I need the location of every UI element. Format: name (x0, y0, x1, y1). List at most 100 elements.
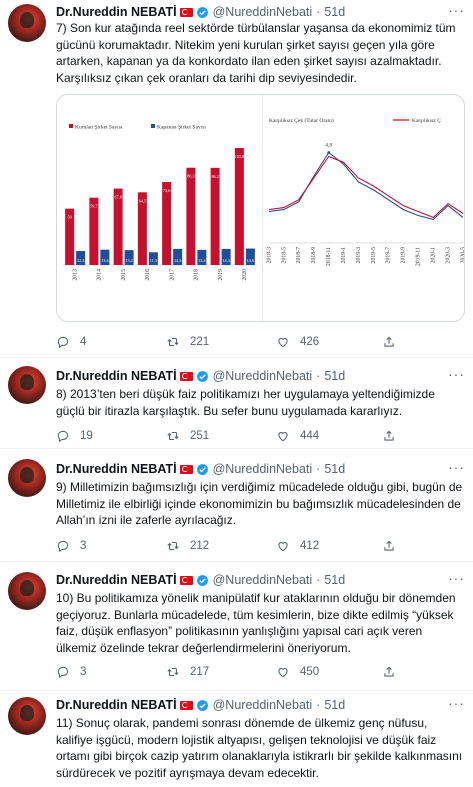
tweet-header: Dr.Nureddin NEBATİ @NureddinNebati · 51d (56, 461, 346, 477)
x-tick-label: 2018 (194, 269, 200, 281)
author-handle[interactable]: @NureddinNebati (213, 461, 313, 477)
tweet-timestamp[interactable]: 51d (324, 697, 345, 713)
reply-button[interactable]: 4 (56, 334, 86, 350)
series-line (268, 151, 464, 221)
author-name[interactable]: Dr.Nureddin NEBATİ (56, 368, 177, 384)
tweet-text: 8) 2013’ten beri düşük faiz politikamızı… (56, 387, 435, 418)
more-options-icon[interactable]: ··· (448, 695, 465, 711)
tweet-10[interactable]: Dr.Nureddin NEBATİ @NureddinNebati · 51d… (0, 562, 473, 690)
author-handle[interactable]: @NureddinNebati (213, 368, 313, 384)
author-name[interactable]: Dr.Nureddin NEBATİ (56, 4, 177, 20)
author-handle[interactable]: @NureddinNebati (213, 697, 313, 713)
author-avatar[interactable] (8, 4, 46, 42)
more-options-icon[interactable]: ··· (448, 570, 465, 586)
like-button[interactable]: 450 (276, 664, 319, 680)
tweet-8[interactable]: Dr.Nureddin NEBATİ @NureddinNebati · 51d… (0, 358, 473, 448)
reply-count: 3 (80, 540, 87, 552)
retweet-icon (167, 337, 179, 347)
reply-button[interactable]: 3 (56, 538, 86, 554)
tweet-timestamp[interactable]: 51d (324, 572, 345, 588)
reply-icon (57, 666, 69, 679)
tweet-header: Dr.Nureddin NEBATİ @NureddinNebati · 51d (56, 697, 346, 713)
turkey-flag-icon (179, 575, 193, 585)
x-tick-label: 2019-9 (401, 247, 407, 264)
share-button[interactable] (382, 664, 396, 680)
legend-swatch (69, 124, 73, 128)
x-tick-label: 2019 (218, 269, 224, 281)
author-name[interactable]: Dr.Nureddin NEBATİ (56, 461, 177, 477)
retweet-button[interactable]: 212 (166, 538, 209, 554)
tweet-header: Dr.Nureddin NEBATİ @NureddinNebati · 51d (56, 368, 346, 384)
share-icon (384, 540, 394, 551)
verified-badge-icon (196, 6, 208, 18)
like-button[interactable]: 444 (276, 428, 319, 444)
turkey-flag-icon (179, 464, 193, 474)
bar (162, 182, 172, 265)
x-tick-label: 2020-5 (460, 247, 465, 264)
retweet-icon (167, 541, 179, 551)
tweet-media[interactable]: Kurulan Şirket Sayısı Kapanan Şirket Sayı… (56, 94, 465, 322)
reply-icon (57, 430, 69, 443)
like-button[interactable]: 412 (276, 538, 319, 554)
x-tick-label: 2020 (242, 269, 248, 281)
heart-icon (278, 542, 288, 552)
tweet-11[interactable]: Dr.Nureddin NEBATİ @NureddinNebati · 51d… (0, 691, 473, 787)
reply-button[interactable]: 19 (56, 428, 93, 444)
more-options-icon[interactable]: ··· (448, 2, 465, 18)
more-options-icon[interactable]: ··· (448, 366, 465, 382)
bar (234, 147, 244, 265)
more-options-icon[interactable]: ··· (448, 459, 465, 475)
like-count: 426 (300, 336, 320, 348)
reply-icon (57, 540, 69, 553)
bar (113, 188, 123, 265)
turkey-flag-icon (179, 700, 193, 710)
reply-button[interactable]: 3 (56, 664, 86, 680)
x-tick-label: 2019-11 (416, 247, 422, 266)
tweet-timestamp[interactable]: 51d (324, 368, 345, 384)
tweet-7[interactable]: Dr.Nureddin NEBATİ @NureddinNebati · 51d… (0, 0, 473, 357)
bar-chart-svg: Kurulan Şirket Sayısı Kapanan Şirket Sayı… (63, 124, 257, 281)
author-handle[interactable]: @NureddinNebati (213, 4, 313, 20)
x-tick-label: 2020-1 (430, 247, 436, 264)
retweet-button[interactable]: 251 (166, 428, 209, 444)
share-button[interactable] (382, 428, 396, 444)
verified-badge-icon (196, 699, 208, 711)
retweet-icon (167, 431, 179, 441)
author-name[interactable]: Dr.Nureddin NEBATİ (56, 572, 177, 588)
author-avatar[interactable] (8, 366, 46, 404)
series-line (268, 155, 464, 219)
author-avatar[interactable] (8, 697, 46, 735)
like-count: 412 (300, 540, 320, 552)
tweet-text: 7) Son kur atağında reel sektörde türbül… (56, 21, 456, 85)
bar-data-label: 50 (68, 215, 72, 220)
share-button[interactable] (382, 538, 396, 554)
like-count: 444 (300, 430, 320, 442)
reply-count: 19 (80, 430, 93, 442)
verified-badge-icon (196, 370, 208, 382)
retweet-count: 221 (190, 336, 210, 348)
legend-swatch (151, 124, 155, 128)
author-avatar[interactable] (8, 459, 46, 497)
peak-point (327, 151, 331, 154)
cheque-line-chart: Karşılıksız Çek (Tutar Oranı) Karşılıksız… (262, 95, 465, 321)
retweet-button[interactable]: 221 (166, 334, 209, 350)
x-tick-label: 2019-1 (341, 247, 347, 264)
peak-data-label: 4,8 (325, 143, 332, 149)
tweet-timestamp[interactable]: 51d (324, 4, 345, 20)
share-icon (384, 336, 394, 347)
tweet-9[interactable]: Dr.Nureddin NEBATİ @NureddinNebati · 51d… (0, 449, 473, 561)
tweet-actions: 19 251 444 (56, 428, 456, 444)
x-tick-label: 2014 (97, 269, 103, 281)
line-chart-svg: Karşılıksız Çek (Tutar Oranı) Karşılıksız… (266, 117, 465, 266)
tweet-timestamp[interactable]: 51d (324, 461, 345, 477)
tweet-actions: 4 221 426 (56, 334, 456, 350)
like-button[interactable]: 426 (276, 334, 319, 350)
share-button[interactable] (382, 334, 396, 350)
retweet-count: 212 (190, 540, 210, 552)
tweet-header: Dr.Nureddin NEBATİ @NureddinNebati · 51d (56, 4, 346, 20)
retweet-button[interactable]: 217 (166, 664, 209, 680)
author-avatar[interactable] (8, 572, 46, 610)
author-handle[interactable]: @NureddinNebati (213, 572, 313, 588)
heart-icon (278, 668, 288, 678)
author-name[interactable]: Dr.Nureddin NEBATİ (56, 697, 177, 713)
